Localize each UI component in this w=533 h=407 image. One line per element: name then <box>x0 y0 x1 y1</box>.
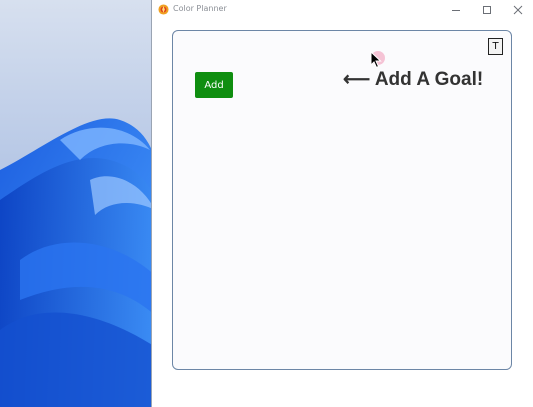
add-goal-button[interactable]: Add <box>195 72 233 98</box>
title-bar[interactable]: Color Planner <box>152 0 533 22</box>
hint-text: Add A Goal! <box>374 69 484 90</box>
wallpaper-bloom <box>0 0 160 407</box>
maximize-icon <box>483 6 491 14</box>
left-arrow-icon: ⟵ <box>343 69 371 90</box>
close-icon <box>513 5 523 15</box>
maximize-button[interactable] <box>472 0 502 20</box>
close-button[interactable] <box>503 0 533 20</box>
minimize-button[interactable] <box>441 0 471 20</box>
t-button[interactable]: T <box>488 38 503 55</box>
app-logo-icon <box>158 4 169 15</box>
app-window: Color Planner T Add ⟵ Add A Goal! <box>151 0 533 407</box>
minimize-icon <box>452 10 460 11</box>
add-goal-hint: ⟵ Add A Goal! <box>343 68 483 91</box>
goal-panel: T Add ⟵ Add A Goal! <box>172 30 512 370</box>
window-title: Color Planner <box>173 4 227 13</box>
mouse-cursor-icon <box>370 51 382 69</box>
